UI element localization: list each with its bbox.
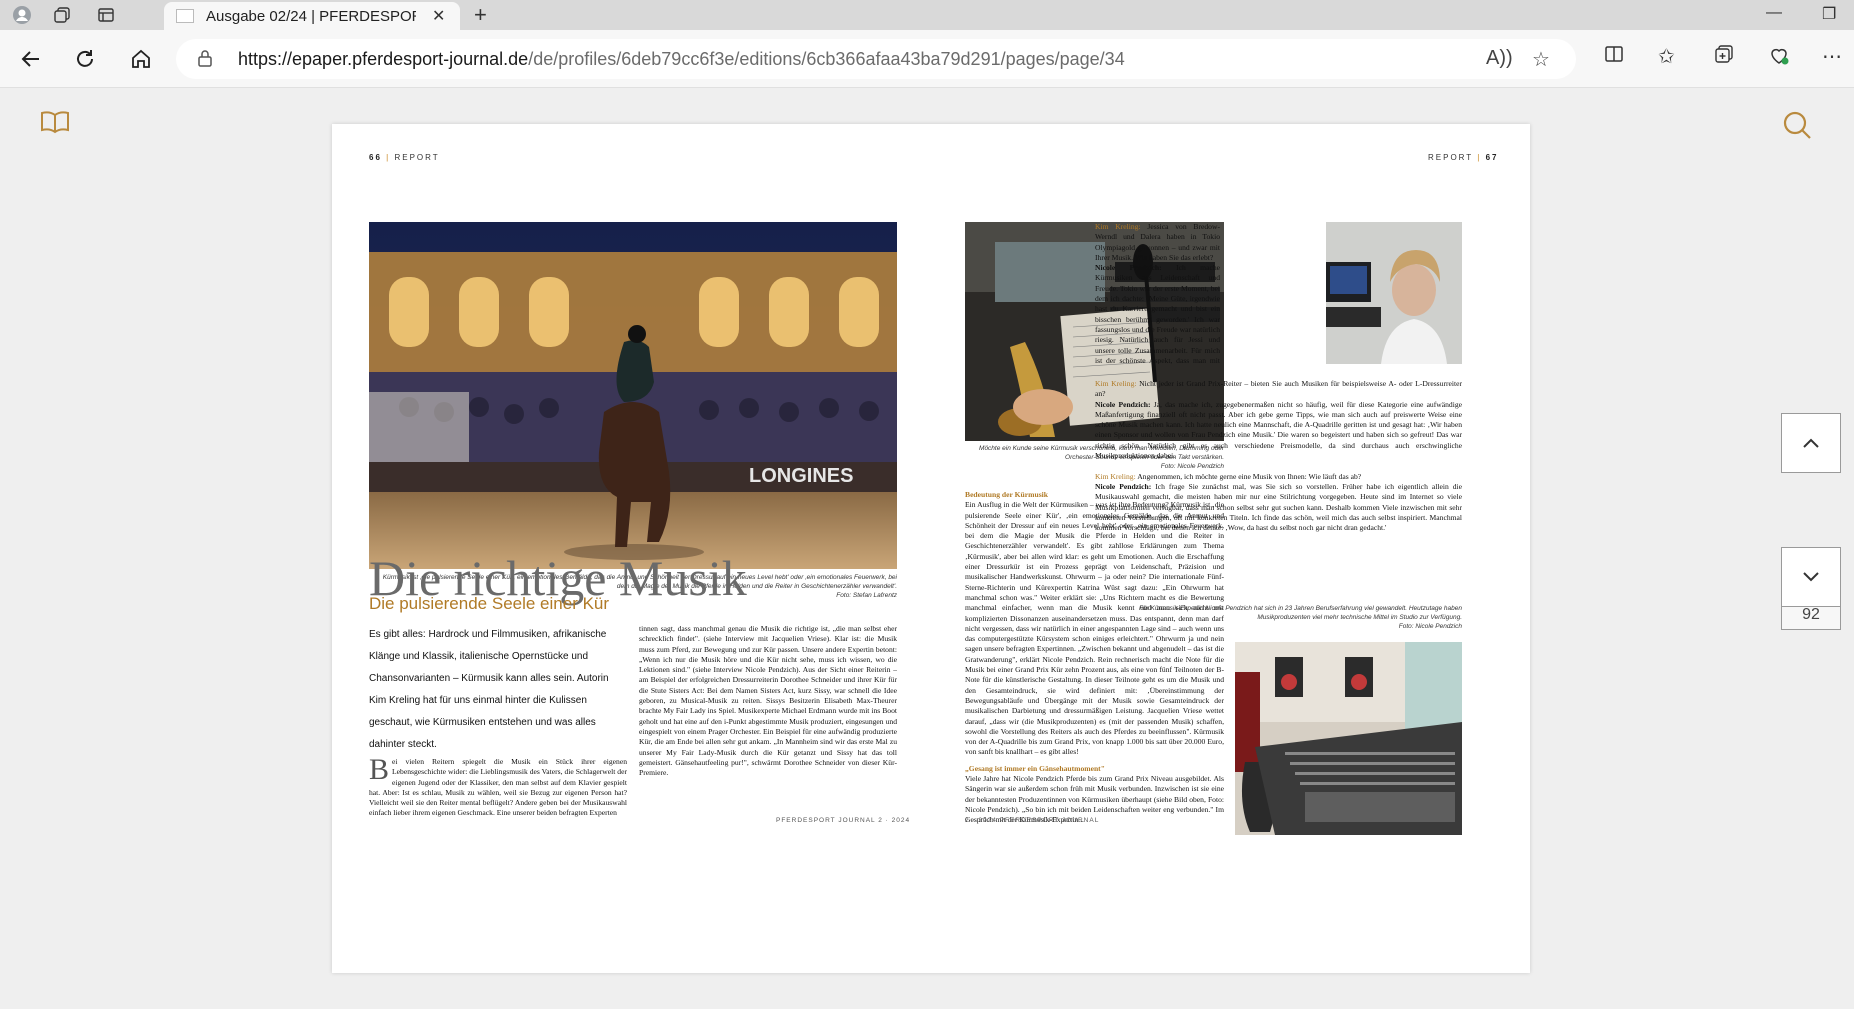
tab-bar: Ausgabe 02/24 | PFERDESPORT J ✕ + — ❐ <box>0 0 1854 30</box>
page-up-button[interactable] <box>1781 413 1841 473</box>
lock-icon[interactable] <box>198 49 212 67</box>
back-icon[interactable] <box>16 44 46 74</box>
tab-actions-icon[interactable] <box>94 4 118 26</box>
tab-title: Ausgabe 02/24 | PFERDESPORT J <box>206 8 416 25</box>
home-icon[interactable] <box>126 44 156 74</box>
browser-essentials-icon[interactable] <box>1768 44 1790 72</box>
favorites-icon[interactable]: ✩ <box>1658 44 1675 69</box>
studio-photo-caption: Für Kürmusik-Expertin Nicole Pendzich ha… <box>1138 605 1462 630</box>
favicon-icon <box>176 9 194 23</box>
body-column-1: Bei vielen Reitern spiegelt die Musik ei… <box>369 757 627 818</box>
right-page-folio: REPORT | 67 <box>1428 153 1499 162</box>
left-page-folio: 66 | REPORT <box>369 153 440 162</box>
right-page-footer: 2 · 2024 PFERDESPORT JOURNAL <box>965 817 1100 824</box>
split-screen-icon[interactable] <box>1604 44 1624 70</box>
minimize-icon[interactable]: — <box>1766 4 1782 22</box>
profile-icon[interactable] <box>10 4 34 26</box>
interview-intro: Kim Kreling: Jessica von Bredow-Werndl u… <box>1095 222 1220 364</box>
restore-icon[interactable]: ❐ <box>1822 4 1836 24</box>
chevron-down-icon <box>1803 572 1819 582</box>
page-down-button[interactable] <box>1781 547 1841 607</box>
new-tab-icon[interactable]: + <box>474 2 487 28</box>
address-bar-row: https://epaper.pferdesport-journal.de/de… <box>0 30 1854 88</box>
refresh-icon[interactable] <box>70 44 100 74</box>
collections-icon[interactable] <box>50 4 74 26</box>
collections-toolbar-icon[interactable] <box>1714 44 1734 70</box>
left-page-footer: PFERDESPORT JOURNAL 2 · 2024 <box>776 817 911 824</box>
interview-body: Kim Kreling: Nicht jeder ist Grand Prix-… <box>1095 379 1462 533</box>
browser-window: Ausgabe 02/24 | PFERDESPORT J ✕ + — ❐ ht… <box>0 0 1854 1009</box>
epaper-viewer: 66 | REPORT REPORT | 67 LONGINES Kürmusi… <box>0 88 1854 1009</box>
subheadline: Die pulsierende Seele einer Kür <box>369 594 610 613</box>
book-icon[interactable] <box>40 110 70 139</box>
portrait-photo <box>1326 222 1462 364</box>
svg-text:LONGINES: LONGINES <box>749 465 853 487</box>
favorite-star-icon[interactable]: ☆ <box>1532 47 1550 72</box>
tab-active[interactable]: Ausgabe 02/24 | PFERDESPORT J ✕ <box>164 2 460 30</box>
main-photo-rider: LONGINES <box>369 222 897 569</box>
more-menu-icon[interactable]: ⋯ <box>1822 44 1842 69</box>
drop-cap: B <box>369 757 390 786</box>
search-icon[interactable] <box>1782 110 1812 145</box>
tab-close-icon[interactable]: ✕ <box>432 6 445 26</box>
chevron-up-icon <box>1803 438 1819 448</box>
magazine-spread[interactable]: 66 | REPORT REPORT | 67 LONGINES Kürmusi… <box>332 124 1530 973</box>
studio-photo <box>1235 642 1462 835</box>
lead-paragraph: Es gibt alles: Hardrock und Filmmusiken,… <box>369 629 609 750</box>
url-text: https://epaper.pferdesport-journal.de/de… <box>238 49 1125 69</box>
url-field[interactable]: https://epaper.pferdesport-journal.de/de… <box>176 39 1576 79</box>
read-aloud-icon[interactable]: A)) <box>1486 47 1513 70</box>
